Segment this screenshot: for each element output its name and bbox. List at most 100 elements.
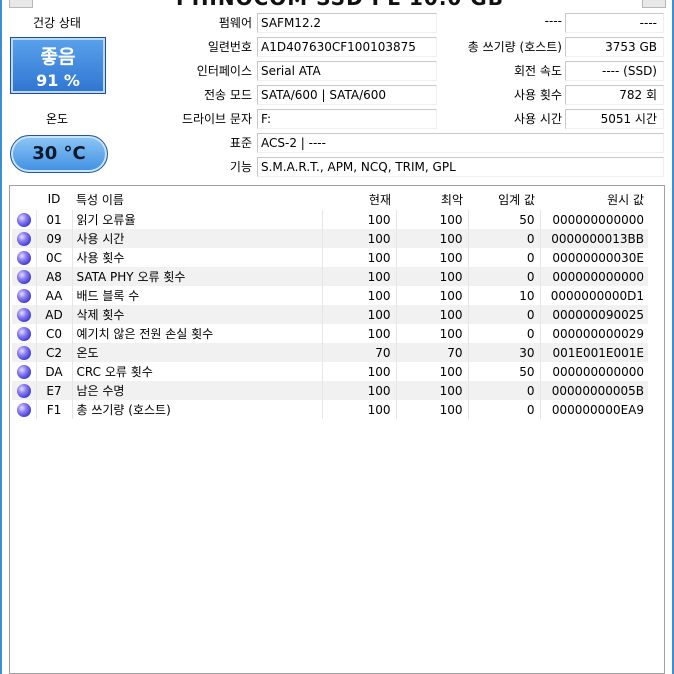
- attribute-threshold: 0: [467, 400, 540, 419]
- attribute-name: 삭제 횟수: [71, 305, 322, 324]
- features-label: 기능: [229, 160, 252, 174]
- standard-label: 표준: [229, 136, 252, 150]
- attribute-threshold: 0: [467, 324, 540, 343]
- attribute-worst: 100: [395, 400, 468, 419]
- table-row[interactable]: F1 총 쓰기량 (호스트) 100 100 0 000000000EA9: [12, 400, 648, 419]
- attribute-worst: 100: [395, 210, 468, 229]
- top-right-field: ----: [565, 13, 664, 33]
- attribute-current: 100: [321, 286, 396, 305]
- attribute-worst: 100: [395, 248, 468, 267]
- status-cell: [12, 305, 36, 324]
- attribute-threshold: 0: [467, 229, 540, 248]
- attribute-worst: 100: [395, 381, 468, 400]
- table-row[interactable]: C2 온도 70 70 30 001E001E001E: [12, 343, 648, 362]
- interface-label: 인터페이스: [196, 64, 252, 78]
- status-good-icon: [16, 402, 31, 417]
- attribute-current: 100: [321, 248, 396, 267]
- power-on-count-field: 782 회: [565, 85, 664, 105]
- attribute-name: 예기치 않은 전원 손실 횟수: [71, 324, 322, 343]
- attribute-worst: 100: [395, 286, 468, 305]
- status-good-icon: [16, 383, 31, 398]
- attribute-raw: 000000000000: [539, 210, 648, 229]
- attribute-raw: 000000000EA9: [539, 400, 648, 419]
- attribute-id: 01: [35, 210, 72, 229]
- attribute-current: 70: [321, 343, 396, 362]
- attribute-threshold: 0: [467, 248, 540, 267]
- attribute-current: 100: [321, 229, 396, 248]
- attribute-current: 100: [321, 267, 396, 286]
- attribute-id: 09: [35, 229, 72, 248]
- firmware-label: 펌웨어: [218, 16, 252, 30]
- total-host-writes-label: 총 쓰기량 (호스트): [467, 40, 562, 54]
- attribute-worst: 100: [395, 362, 468, 381]
- attribute-raw: 000000000029: [539, 324, 648, 343]
- attribute-current: 100: [321, 324, 396, 343]
- rotation-rate-field: ---- (SSD): [565, 61, 664, 81]
- header-worst[interactable]: 최악: [396, 188, 468, 210]
- prev-disk-button[interactable]: [9, 0, 33, 8]
- attribute-raw: 000000000000: [539, 267, 648, 286]
- smart-attributes-list[interactable]: ID 특성 이름 현재 최악 임계 값 원시 값 01 읽기 오류율 100 1…: [9, 185, 665, 674]
- attribute-name: CRC 오류 횟수: [71, 362, 322, 381]
- status-good-icon: [16, 288, 31, 303]
- attribute-id: DA: [35, 362, 72, 381]
- status-good-icon: [16, 250, 31, 265]
- status-cell: [12, 343, 36, 362]
- table-row[interactable]: 01 읽기 오류율 100 100 50 000000000000: [12, 210, 648, 229]
- attribute-name: 읽기 오류율: [71, 210, 322, 229]
- header-name[interactable]: 특성 이름: [72, 188, 322, 210]
- header-raw[interactable]: 원시 값: [540, 188, 648, 210]
- features-field: S.M.A.R.T., APM, NCQ, TRIM, GPL: [257, 157, 664, 177]
- serial-label: 일련번호: [207, 40, 252, 54]
- table-row[interactable]: A8 SATA PHY 오류 횟수 100 100 0 000000000000: [12, 267, 648, 286]
- header-status[interactable]: [12, 188, 36, 210]
- health-status-badge[interactable]: 좋음 91 %: [10, 37, 106, 94]
- table-row[interactable]: 09 사용 시간 100 100 0 0000000013BB: [12, 229, 648, 248]
- table-row[interactable]: 0C 사용 횟수 100 100 0 00000000030E: [12, 248, 648, 267]
- temperature-badge[interactable]: 30 °C: [10, 135, 108, 173]
- status-cell: [12, 381, 36, 400]
- attribute-worst: 100: [395, 305, 468, 324]
- status-cell: [12, 248, 36, 267]
- drive-letter-field: F:: [257, 109, 437, 129]
- table-row[interactable]: AD 삭제 횟수 100 100 0 000000090025: [12, 305, 648, 324]
- attribute-threshold: 50: [467, 210, 540, 229]
- attribute-id: E7: [35, 381, 72, 400]
- table-row[interactable]: DA CRC 오류 횟수 100 100 50 000000000000: [12, 362, 648, 381]
- drive-letter-label: 드라이브 문자: [181, 112, 252, 126]
- table-row[interactable]: C0 예기치 않은 전원 손실 횟수 100 100 0 00000000002…: [12, 324, 648, 343]
- health-status-label: 건강 상태: [33, 16, 81, 30]
- power-on-hours-field: 5051 시간: [565, 109, 664, 129]
- header-threshold[interactable]: 임계 값: [468, 188, 540, 210]
- attribute-raw: 000000000000: [539, 362, 648, 381]
- status-good-icon: [16, 326, 31, 341]
- transfer-mode-field: SATA/600 | SATA/600: [257, 85, 437, 105]
- header-id[interactable]: ID: [36, 188, 72, 210]
- status-cell: [12, 267, 36, 286]
- attribute-threshold: 0: [467, 305, 540, 324]
- next-disk-button[interactable]: [642, 0, 666, 8]
- attribute-name: SATA PHY 오류 횟수: [71, 267, 322, 286]
- attribute-raw: 000000090025: [539, 305, 648, 324]
- power-on-count-label: 사용 횟수: [514, 88, 562, 102]
- attribute-worst: 100: [395, 324, 468, 343]
- attribute-current: 100: [321, 362, 396, 381]
- status-cell: [12, 362, 36, 381]
- header-current[interactable]: 현재: [322, 188, 396, 210]
- status-good-icon: [16, 307, 31, 322]
- status-cell: [12, 286, 36, 305]
- attribute-worst: 70: [395, 343, 468, 362]
- table-row[interactable]: AA 배드 블록 수 100 100 10 0000000000D1: [12, 286, 648, 305]
- attribute-id: F1: [35, 400, 72, 419]
- attribute-name: 사용 횟수: [71, 248, 322, 267]
- power-on-hours-label: 사용 시간: [514, 112, 562, 126]
- attribute-threshold: 0: [467, 381, 540, 400]
- table-row[interactable]: E7 남은 수명 100 100 0 00000000005B: [12, 381, 648, 400]
- attribute-raw: 0000000000D1: [539, 286, 648, 305]
- attribute-raw: 00000000030E: [539, 248, 648, 267]
- attribute-threshold: 10: [467, 286, 540, 305]
- attribute-id: AA: [35, 286, 72, 305]
- status-cell: [12, 400, 36, 419]
- serial-field: A1D407630CF100103875: [257, 37, 437, 57]
- status-good-icon: [16, 345, 31, 360]
